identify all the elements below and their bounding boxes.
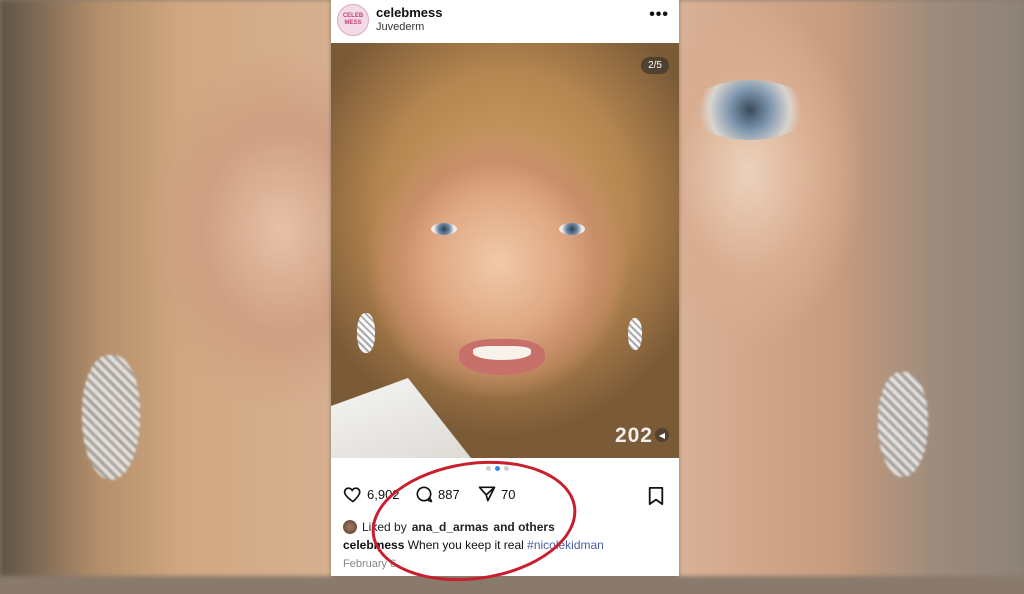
sound-icon[interactable]: ◀ (655, 428, 669, 442)
post-header: CELEB MESS celebmess Juvederm ••• (331, 0, 679, 44)
comment-button[interactable]: 887 (414, 484, 460, 504)
background-eye-right (690, 80, 810, 140)
earring-left (357, 313, 375, 353)
like-button[interactable]: 6,902 (343, 484, 400, 504)
liked-by-user[interactable]: ana_d_armas (412, 520, 489, 534)
right-eye (559, 223, 585, 235)
instagram-post-card: CELEB MESS celebmess Juvederm ••• 2/5 20… (331, 0, 679, 576)
share-button[interactable]: 70 (477, 484, 515, 504)
carousel-dot-active (495, 466, 500, 471)
post-actions: 6,902 887 70 (331, 484, 679, 510)
more-icon[interactable]: ••• (649, 6, 669, 24)
post-caption: celebmess When you keep it real #nicolek… (343, 538, 604, 552)
carousel-dot (504, 466, 509, 471)
liker-avatar[interactable] (343, 520, 357, 534)
account-username[interactable]: celebmess (376, 5, 443, 20)
earring-right (628, 318, 642, 350)
like-count: 6,902 (367, 486, 400, 502)
heart-icon (343, 487, 361, 503)
comment-icon (416, 486, 433, 503)
background-left-blur (0, 0, 331, 576)
post-image[interactable]: 2/5 202 ◀ (331, 43, 679, 458)
caption-text: When you keep it real (407, 538, 524, 552)
background-earring-right (878, 372, 928, 477)
post-date: February 6 (343, 558, 397, 570)
liked-by-prefix: Liked by (362, 520, 407, 534)
comment-count: 887 (438, 486, 460, 502)
send-icon (478, 486, 496, 502)
teeth (473, 346, 531, 360)
post-subtitle[interactable]: Juvederm (376, 21, 424, 33)
bookmark-button[interactable] (647, 486, 665, 511)
share-count: 70 (501, 486, 516, 502)
carousel-dots (486, 466, 509, 471)
carousel-dot (486, 466, 491, 471)
carousel-page-counter: 2/5 (641, 57, 669, 74)
liked-by-line: Liked by ana_d_armas and others (343, 520, 555, 534)
white-collar (331, 378, 471, 458)
account-avatar[interactable]: CELEB MESS (337, 4, 369, 36)
background-earring-left (82, 355, 140, 480)
caption-username[interactable]: celebmess (343, 538, 404, 552)
avatar-logo-text: CELEB MESS (342, 13, 364, 26)
liked-by-suffix[interactable]: and others (493, 520, 554, 534)
left-eye (431, 223, 457, 235)
bookmark-icon (648, 487, 664, 505)
image-watermark: 202 (614, 424, 653, 447)
caption-hashtag[interactable]: #nicolekidman (527, 538, 604, 552)
